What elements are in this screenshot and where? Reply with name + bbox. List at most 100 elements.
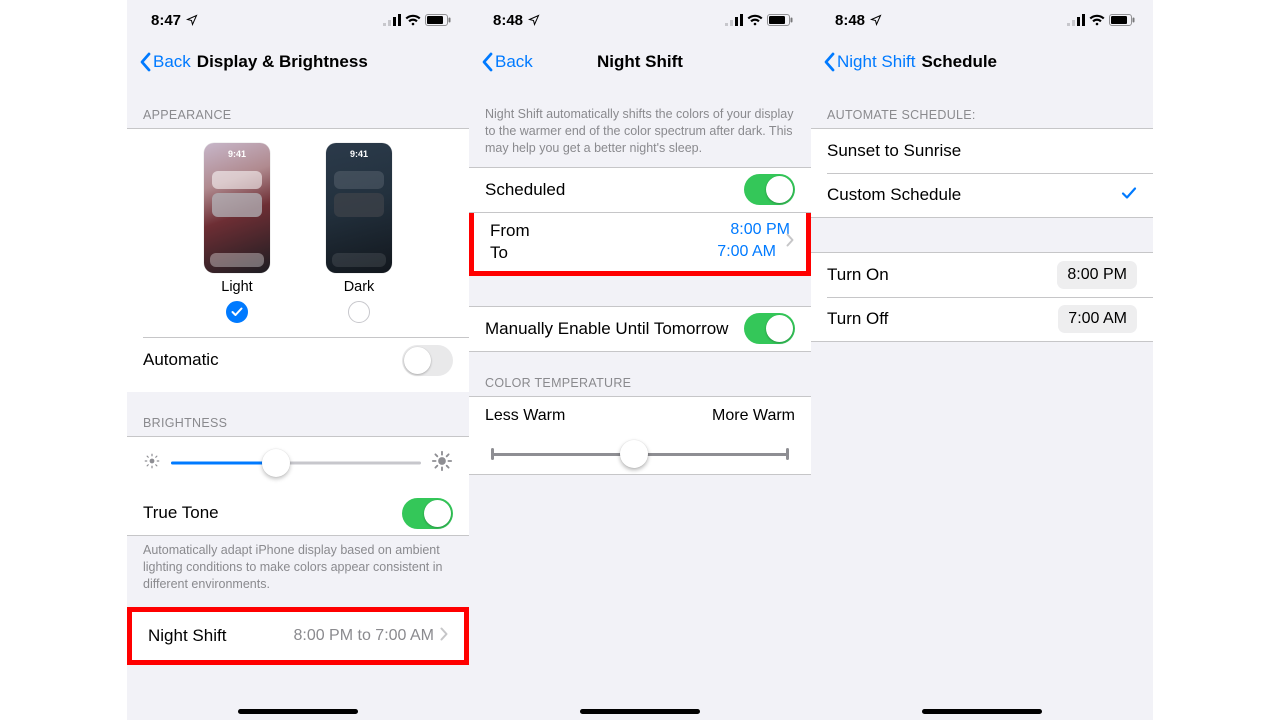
night-shift-row[interactable]: Night Shift 8:00 PM to 7:00 AM [132,612,464,660]
turn-off-value[interactable]: 7:00 AM [1058,305,1137,333]
status-bar: 8:48 [811,0,1153,40]
turn-off-row[interactable]: Turn Off 7:00 AM [811,297,1153,341]
turn-on-value[interactable]: 8:00 PM [1057,261,1137,289]
option-sunset-sunrise[interactable]: Sunset to Sunrise [811,129,1153,173]
page-title: Schedule [921,52,997,72]
schedule-times-highlighted: From 8:00 PM To 7:00 AM [469,213,811,276]
appearance-group: 9:41 Light 9:41 Dark [127,128,469,392]
chevron-right-icon [786,232,794,252]
appearance-option-dark[interactable]: 9:41 Dark [326,143,392,323]
scheduled-toggle[interactable] [744,174,795,205]
nav-back-label: Night Shift [837,52,915,72]
more-warm-label: More Warm [712,407,795,425]
screen-display-brightness: 8:47 Back Display & Brightness APPEARANC… [127,0,469,720]
sun-min-icon [143,452,161,475]
appearance-light-label: Light [221,279,252,295]
option-sunset-label: Sunset to Sunrise [827,141,1137,161]
turn-on-label: Turn On [827,265,1057,285]
manual-enable-label: Manually Enable Until Tomorrow [485,319,744,339]
scheduled-label: Scheduled [485,180,744,200]
screen-schedule: 8:48 Night Shift Schedule AUTOMATE SCHED… [811,0,1153,720]
option-custom-schedule[interactable]: Custom Schedule [811,173,1153,217]
appearance-preview-light: 9:41 [204,143,270,273]
appearance-preview-dark: 9:41 [326,143,392,273]
true-tone-explain: Automatically adapt iPhone display based… [127,536,469,603]
night-shift-label: Night Shift [148,626,293,646]
color-temp-slider[interactable] [469,429,811,474]
less-warm-label: Less Warm [485,407,565,425]
brightness-slider[interactable] [171,449,421,477]
true-tone-label: True Tone [143,503,402,523]
turn-off-label: Turn Off [827,309,1058,329]
option-custom-label: Custom Schedule [827,185,1121,205]
appearance-light-radio[interactable] [226,301,248,323]
chevron-right-icon [440,626,448,646]
wifi-icon [747,14,763,26]
location-icon [870,14,882,26]
schedule-times-row[interactable]: From 8:00 PM To 7:00 AM [474,213,806,271]
battery-icon [1109,14,1135,26]
section-header-brightness: BRIGHTNESS [127,392,469,436]
nav-back-button[interactable]: Back [477,52,537,72]
chevron-left-icon [481,52,493,72]
cellular-icon [383,14,401,26]
home-indicator[interactable] [238,709,358,714]
nav-back-button[interactable]: Night Shift [819,52,919,72]
wifi-icon [405,14,421,26]
automatic-toggle[interactable] [402,345,453,376]
brightness-slider-row [127,437,469,491]
nav-bar: Back Display & Brightness [127,40,469,84]
chevron-left-icon [823,52,835,72]
true-tone-toggle[interactable] [402,498,453,529]
status-time: 8:47 [151,12,181,29]
status-bar: 8:47 [127,0,469,40]
appearance-dark-radio[interactable] [348,301,370,323]
chevron-left-icon [139,52,151,72]
cellular-icon [725,14,743,26]
nav-back-label: Back [153,52,191,72]
scheduled-group: Scheduled [469,167,811,213]
manual-enable-row: Manually Enable Until Tomorrow [469,307,811,351]
to-value: 7:00 AM [717,243,776,263]
nav-bar: Night Shift Schedule [811,40,1153,84]
automatic-row: Automatic [127,338,469,382]
page-title: Display & Brightness [197,52,368,72]
nav-back-button[interactable]: Back [135,52,195,72]
scheduled-row: Scheduled [469,168,811,212]
appearance-dark-label: Dark [344,279,375,295]
manual-enable-group: Manually Enable Until Tomorrow [469,306,811,352]
home-indicator[interactable] [922,709,1042,714]
section-header-appearance: APPEARANCE [127,84,469,128]
home-indicator[interactable] [580,709,700,714]
nav-back-label: Back [495,52,533,72]
turn-on-row[interactable]: Turn On 8:00 PM [811,253,1153,297]
true-tone-row: True Tone [127,491,469,535]
custom-times-group: Turn On 8:00 PM Turn Off 7:00 AM [811,252,1153,342]
night-shift-detail: 8:00 PM to 7:00 AM [293,627,434,645]
automatic-label: Automatic [143,350,402,370]
nav-bar: Back Night Shift [469,40,811,84]
section-header-automate: AUTOMATE SCHEDULE: [811,84,1153,128]
cellular-icon [1067,14,1085,26]
from-value: 8:00 PM [730,221,790,241]
location-icon [186,14,198,26]
color-temp-group: Less Warm More Warm [469,396,811,475]
checkmark-icon [1121,185,1137,205]
night-shift-group-highlighted: Night Shift 8:00 PM to 7:00 AM [127,607,469,665]
to-label: To [490,243,508,263]
battery-icon [767,14,793,26]
section-header-color-temp: COLOR TEMPERATURE [469,352,811,396]
location-icon [528,14,540,26]
battery-icon [425,14,451,26]
status-time: 8:48 [493,12,523,29]
automate-options-group: Sunset to Sunrise Custom Schedule [811,128,1153,218]
from-label: From [490,221,530,241]
appearance-option-light[interactable]: 9:41 Light [204,143,270,323]
status-time: 8:48 [835,12,865,29]
manual-enable-toggle[interactable] [744,313,795,344]
sun-max-icon [431,450,453,477]
night-shift-intro: Night Shift automatically shifts the col… [469,84,811,167]
wifi-icon [1089,14,1105,26]
brightness-group: True Tone [127,436,469,536]
screen-night-shift: 8:48 Back Night Shift Night Shift automa… [469,0,811,720]
